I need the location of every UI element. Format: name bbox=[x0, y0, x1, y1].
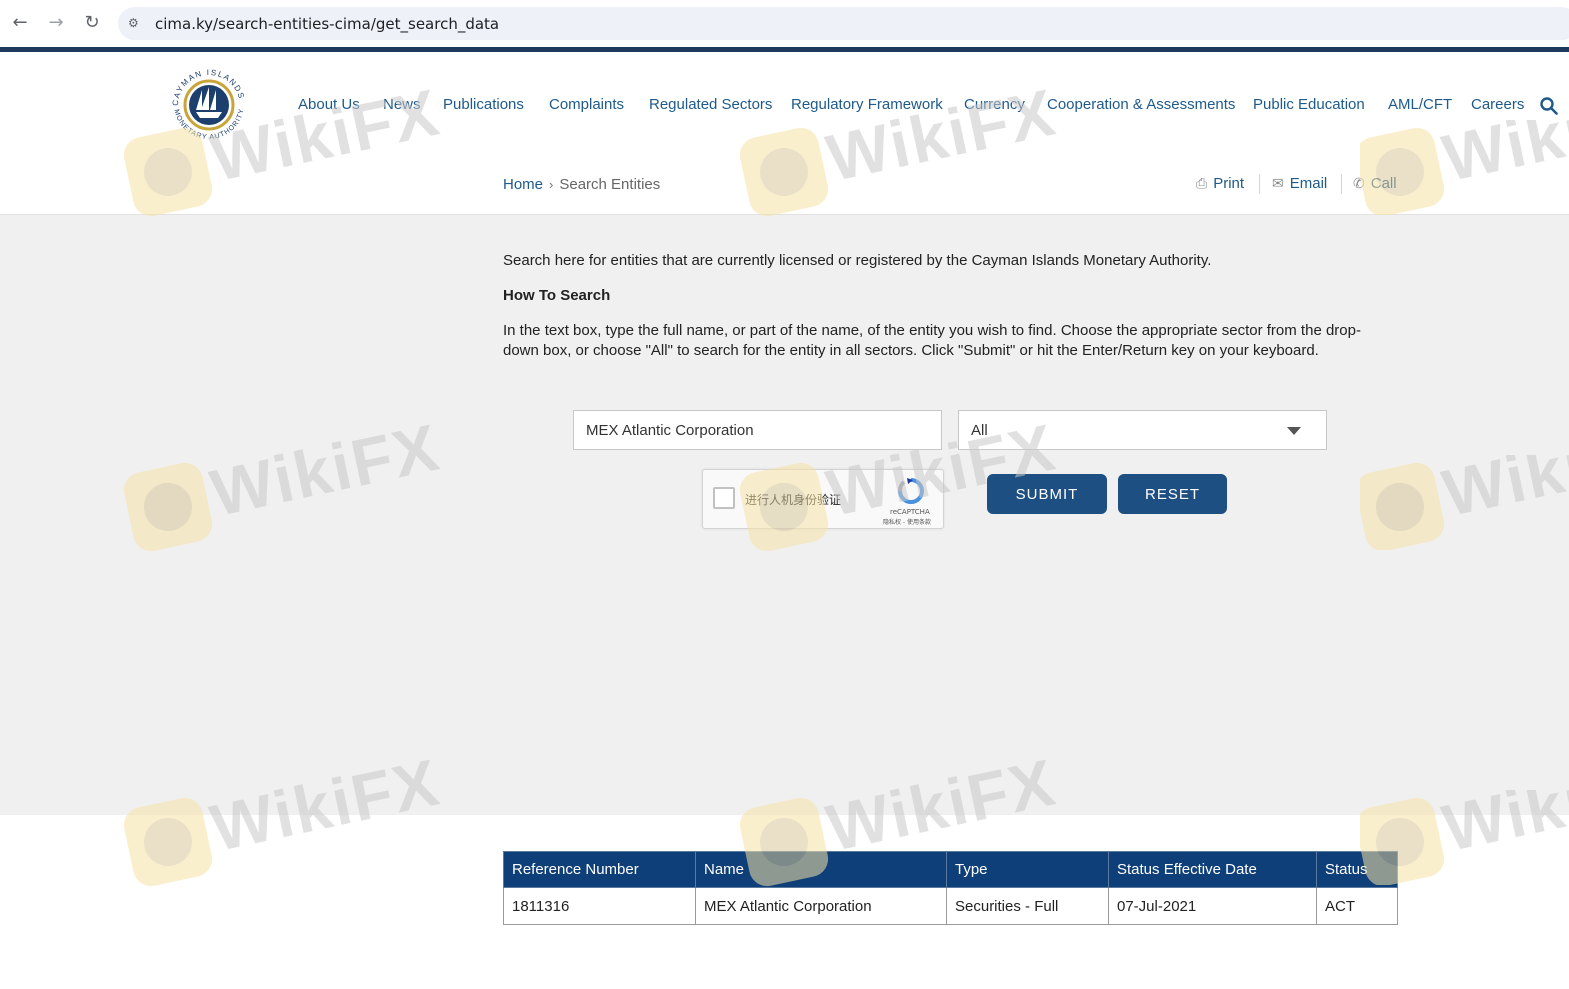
column-header[interactable]: Status bbox=[1316, 851, 1398, 888]
print-link[interactable]: ⎙ Print bbox=[1196, 175, 1244, 192]
breadcrumb-home[interactable]: Home bbox=[503, 176, 543, 193]
reset-button[interactable]: RESET bbox=[1118, 474, 1227, 514]
forward-icon[interactable]: → bbox=[45, 12, 67, 34]
recaptcha-checkbox[interactable] bbox=[713, 487, 735, 509]
back-icon[interactable]: ← bbox=[9, 12, 31, 34]
cell-name: MEX Atlantic Corporation bbox=[695, 887, 947, 925]
results-header-row: Reference Number Name Type Status Effect… bbox=[503, 851, 1398, 888]
phone-icon: ✆ bbox=[1353, 176, 1365, 192]
column-header[interactable]: Status Effective Date bbox=[1108, 851, 1317, 888]
call-label: Call bbox=[1370, 175, 1397, 192]
column-header[interactable]: Type bbox=[946, 851, 1109, 888]
nav-careers[interactable]: Careers bbox=[1471, 96, 1524, 113]
instructions-text: In the text box, type the full name, or … bbox=[503, 322, 1361, 359]
reload-icon[interactable]: ↻ bbox=[81, 12, 103, 34]
nav-about-us[interactable]: About Us bbox=[298, 96, 360, 113]
sector-selected-value: All bbox=[971, 422, 988, 439]
recaptcha-label: 进行人机身份验证 bbox=[745, 493, 842, 507]
email-link[interactable]: ✉ Email bbox=[1272, 175, 1327, 192]
intro-text: Search here for entities that are curren… bbox=[503, 252, 1212, 269]
recaptcha-terms-link[interactable]: 隐私权 - 使用条款 bbox=[883, 517, 931, 526]
column-header[interactable]: Reference Number bbox=[503, 851, 696, 888]
browser-toolbar: ← → ↻ ⚙ cima.ky/search-entities-cima/get… bbox=[0, 0, 1569, 47]
recaptcha-brand: reCAPTCHA bbox=[890, 508, 930, 516]
cell-status-effective-date: 07-Jul-2021 bbox=[1108, 887, 1317, 925]
nav-public-education[interactable]: Public Education bbox=[1253, 96, 1365, 113]
site-settings-icon[interactable]: ⚙ bbox=[128, 15, 144, 31]
cell-reference-number: 1811316 bbox=[503, 887, 696, 925]
nav-complaints[interactable]: Complaints bbox=[549, 96, 624, 113]
tool-divider bbox=[1259, 174, 1260, 194]
sector-select[interactable]: All bbox=[958, 410, 1327, 450]
email-icon: ✉ bbox=[1272, 176, 1284, 192]
tool-divider bbox=[1341, 174, 1342, 194]
results-table: Reference Number Name Type Status Effect… bbox=[503, 851, 1398, 925]
cell-status: ACT bbox=[1316, 887, 1398, 925]
site-header: CAYMAN ISLANDS MONETARY AUTHORITY About … bbox=[0, 52, 1569, 215]
print-label: Print bbox=[1213, 175, 1245, 192]
search-icon[interactable] bbox=[1540, 97, 1558, 115]
breadcrumb: Home › Search Entities bbox=[503, 176, 660, 193]
column-header[interactable]: Name bbox=[695, 851, 947, 888]
entity-search-input[interactable] bbox=[573, 410, 942, 450]
nav-regulated-sectors[interactable]: Regulated Sectors bbox=[649, 96, 772, 113]
breadcrumb-current: Search Entities bbox=[559, 176, 661, 193]
recaptcha-logo-icon bbox=[898, 478, 924, 504]
email-label: Email bbox=[1289, 175, 1328, 192]
nav-currency[interactable]: Currency bbox=[964, 96, 1025, 113]
chevron-down-icon bbox=[1287, 427, 1301, 435]
table-row: 1811316 MEX Atlantic Corporation Securit… bbox=[503, 887, 1398, 925]
nav-publications[interactable]: Publications bbox=[443, 96, 524, 113]
cell-type: Securities - Full bbox=[946, 887, 1109, 925]
print-icon: ⎙ bbox=[1196, 176, 1208, 192]
call-link[interactable]: ✆ Call bbox=[1353, 175, 1397, 192]
search-panel: Search here for entities that are curren… bbox=[0, 215, 1569, 815]
breadcrumb-chevron-icon: › bbox=[549, 177, 554, 192]
howto-heading: How To Search bbox=[503, 287, 611, 304]
recaptcha-widget: 进行人机身份验证 reCAPTCHA 隐私权 - 使用条款 bbox=[702, 469, 944, 529]
nav-aml-cft[interactable]: AML/CFT bbox=[1388, 96, 1452, 113]
nav-news[interactable]: News bbox=[383, 96, 421, 113]
submit-button[interactable]: SUBMIT bbox=[987, 474, 1107, 514]
nav-cooperation-assessments[interactable]: Cooperation & Assessments bbox=[1047, 96, 1235, 113]
nav-regulatory-framework[interactable]: Regulatory Framework bbox=[791, 96, 943, 113]
address-bar[interactable]: ⚙ cima.ky/search-entities-cima/get_searc… bbox=[118, 7, 1569, 40]
cima-logo[interactable]: CAYMAN ISLANDS MONETARY AUTHORITY bbox=[166, 60, 252, 146]
url-text: cima.ky/search-entities-cima/get_search_… bbox=[155, 15, 500, 33]
